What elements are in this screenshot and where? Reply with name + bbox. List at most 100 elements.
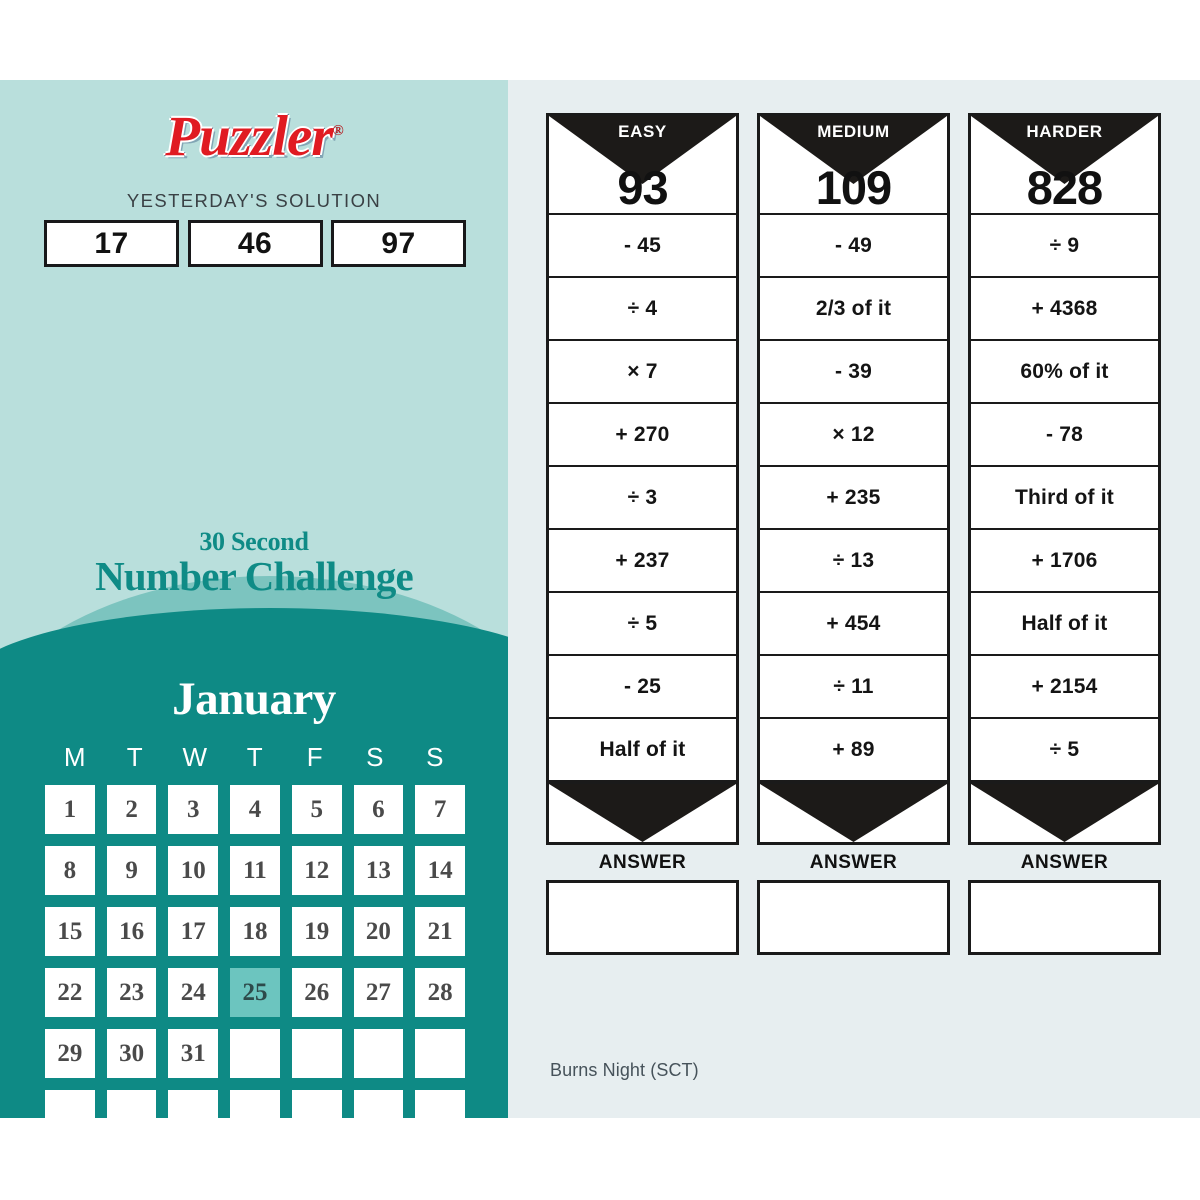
- start-number: 93: [617, 161, 668, 214]
- dow-sat: S: [366, 742, 384, 772]
- dow-mon: M: [63, 742, 87, 772]
- chevron-down-icon: [549, 784, 736, 842]
- chevron-down-icon: [971, 784, 1158, 842]
- calendar-cell-empty: [168, 1090, 219, 1118]
- calendar-cell-empty: [291, 1029, 342, 1078]
- calendar-day-10[interactable]: 10: [168, 846, 219, 895]
- puzzler-logo-text: Puzzler: [165, 105, 335, 168]
- calendar-day-25[interactable]: 25: [230, 968, 280, 1017]
- calendar-day-1[interactable]: 1: [45, 785, 95, 834]
- puzzle-step: + 4368: [971, 278, 1158, 341]
- answer-input-box[interactable]: [757, 880, 950, 955]
- puzzle-step: - 78: [971, 404, 1158, 467]
- difficulty-header: MEDIUM 109: [760, 116, 947, 215]
- answer-label: ANSWER: [1020, 852, 1109, 873]
- calendar-cell-empty: [415, 1029, 465, 1078]
- puzzle-page: Puzzler® YESTERDAY'S SOLUTION 17 46 97 3…: [0, 0, 1200, 1200]
- calendar-day-7[interactable]: 7: [415, 785, 465, 834]
- yesterday-solution-box-2: 46: [187, 220, 323, 267]
- difficulty-label: HARDER: [1026, 122, 1103, 141]
- puzzle-step: - 49: [760, 215, 947, 278]
- calendar-day-19[interactable]: 19: [291, 907, 342, 956]
- puzzle-column-medium: MEDIUM 109- 49 2/3 of it - 39 × 12 + 235 ÷ 13 +…: [757, 113, 950, 955]
- footer-note: Burns Night (SCT): [550, 1060, 699, 1080]
- dow-thu: T: [246, 742, 264, 772]
- puzzle-step: + 235: [760, 467, 947, 530]
- start-number: 828: [1026, 161, 1103, 214]
- puzzle-step: + 454: [760, 593, 947, 656]
- yesterday-solution-box-1: 17: [44, 220, 179, 267]
- answer-label: ANSWER: [598, 852, 687, 873]
- calendar-day-26[interactable]: 26: [291, 968, 342, 1017]
- calendar-day-28[interactable]: 28: [415, 968, 465, 1017]
- calendar-day-29[interactable]: 29: [45, 1029, 95, 1078]
- answer-input-box[interactable]: [546, 880, 739, 955]
- puzzle-step: + 237: [549, 530, 736, 593]
- puzzle-columns: EASY 93- 45 ÷ 4 × 7 + 270 ÷ 3 + 237 ÷ 5- 25 Half…: [546, 113, 1162, 955]
- difficulty-header: HARDER 828: [971, 116, 1158, 215]
- puzzle-card: MEDIUM 109- 49 2/3 of it - 39 × 12 + 235 ÷ 13 +…: [757, 113, 950, 845]
- calendar-cell-empty: [230, 1090, 280, 1118]
- puzzle-step: ÷ 13: [760, 530, 947, 593]
- calendar-day-31[interactable]: 31: [168, 1029, 219, 1078]
- puzzle-step: + 270: [549, 404, 736, 467]
- calendar-day-14[interactable]: 14: [415, 846, 465, 895]
- puzzle-step: Half of it: [549, 719, 736, 782]
- calendar-day-13[interactable]: 13: [353, 846, 404, 895]
- calendar-day-4[interactable]: 4: [230, 785, 280, 834]
- dow-sun: S: [426, 742, 444, 772]
- calendar-cell-empty: [230, 1029, 280, 1078]
- calendar-day-23[interactable]: 23: [106, 968, 157, 1017]
- calendar-day-18[interactable]: 18: [230, 907, 280, 956]
- start-number: 109: [815, 161, 892, 214]
- answer-input-box[interactable]: [968, 880, 1161, 955]
- calendar-day-30[interactable]: 30: [106, 1029, 157, 1078]
- difficulty-header: EASY 93: [549, 116, 736, 215]
- calendar-day-27[interactable]: 27: [353, 968, 404, 1017]
- puzzle-step: × 7: [549, 341, 736, 404]
- yesterday-solution-label: YESTERDAY'S SOLUTION: [126, 190, 382, 211]
- right-panel: EASY 93- 45 ÷ 4 × 7 + 270 ÷ 3 + 237 ÷ 5- 25 Half…: [508, 80, 1200, 1118]
- calendar-day-9[interactable]: 9: [106, 846, 157, 895]
- answer-label: ANSWER: [809, 852, 898, 873]
- puzzle-column-easy: EASY 93- 45 ÷ 4 × 7 + 270 ÷ 3 + 237 ÷ 5- 25 Half…: [546, 113, 739, 955]
- bottom-chevron-cell: [549, 782, 736, 842]
- calendar-day-6[interactable]: 6: [353, 785, 404, 834]
- calendar-grid: 1 2 3 4 5 6 7 8 9 10 11 12 13 14 15 16 17 18 19 20 21 22 23 24 2…: [45, 785, 465, 1118]
- challenge-title-line2: Number Challenge: [95, 553, 414, 600]
- challenge-title-line1: 30 Second: [199, 527, 309, 556]
- calendar-month-title: January: [172, 673, 336, 725]
- calendar-day-8[interactable]: 8: [45, 846, 95, 895]
- puzzler-logo: Puzzler®: [0, 105, 508, 168]
- calendar-day-3[interactable]: 3: [168, 785, 219, 834]
- calendar-day-21[interactable]: 21: [415, 907, 465, 956]
- puzzle-step: × 12: [760, 404, 947, 467]
- puzzle-step: + 1706: [971, 530, 1158, 593]
- calendar-day-12[interactable]: 12: [291, 846, 342, 895]
- calendar-day-17[interactable]: 17: [168, 907, 219, 956]
- bottom-chevron-cell: [971, 782, 1158, 842]
- puzzle-step: + 2154: [971, 656, 1158, 719]
- yesterday-solution-row: 17 46 97: [44, 220, 466, 267]
- calendar-day-11[interactable]: 11: [230, 846, 280, 895]
- calendar-day-16[interactable]: 16: [106, 907, 157, 956]
- puzzle-step: ÷ 5: [971, 719, 1158, 782]
- calendar-cell-empty: [45, 1090, 95, 1118]
- dow-fri: F: [306, 742, 324, 772]
- calendar-day-24[interactable]: 24: [168, 968, 219, 1017]
- puzzle-card: EASY 93- 45 ÷ 4 × 7 + 270 ÷ 3 + 237 ÷ 5- 25 Half…: [546, 113, 739, 845]
- difficulty-label: EASY: [618, 122, 667, 141]
- challenge-title: 30 Second Number Challenge: [0, 528, 508, 598]
- calendar-day-15[interactable]: 15: [45, 907, 95, 956]
- puzzle-step: ÷ 9: [971, 215, 1158, 278]
- bottom-chevron-cell: [760, 782, 947, 842]
- calendar-cell-empty: [106, 1090, 157, 1118]
- yesterday-solution-box-3: 97: [331, 220, 466, 267]
- puzzle-step: ÷ 5: [549, 593, 736, 656]
- calendar-day-2[interactable]: 2: [106, 785, 157, 834]
- calendar-day-20[interactable]: 20: [353, 907, 404, 956]
- puzzle-step: - 25: [549, 656, 736, 719]
- chevron-down-icon: [760, 784, 947, 842]
- calendar-day-22[interactable]: 22: [45, 968, 95, 1017]
- calendar-day-5[interactable]: 5: [291, 785, 342, 834]
